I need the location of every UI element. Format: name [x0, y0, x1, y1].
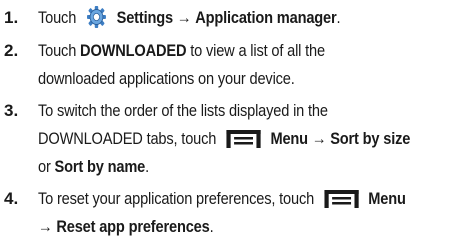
- step-4-line-1: To reset your application preferences, t…: [38, 189, 406, 209]
- gear-icon: [85, 5, 107, 29]
- menu-icon: [226, 129, 261, 149]
- step-4-line-2: → Reset app preferences.: [38, 217, 214, 236]
- step-number: 4.: [4, 189, 19, 208]
- step-2-line-1: Touch DOWNLOADED to view a list of all t…: [38, 41, 325, 60]
- step-3-line-2: DOWNLOADED tabs, touch Menu → Sort by si…: [38, 129, 411, 149]
- step-number: 3.: [4, 101, 19, 120]
- step-3-line-1: To switch the order of the lists display…: [38, 101, 328, 120]
- step-number: 1.: [4, 8, 19, 27]
- step-2-line-2: downloaded applications on your device.: [38, 69, 295, 88]
- instruction-steps: 1. Touch Settings → Application manager.…: [0, 0, 473, 241]
- step-3-line-3: or Sort by name.: [38, 157, 150, 176]
- step-number: 2.: [4, 41, 19, 60]
- step-1-line-1: Touch Settings → Application manager.: [38, 4, 341, 32]
- menu-icon: [323, 189, 359, 209]
